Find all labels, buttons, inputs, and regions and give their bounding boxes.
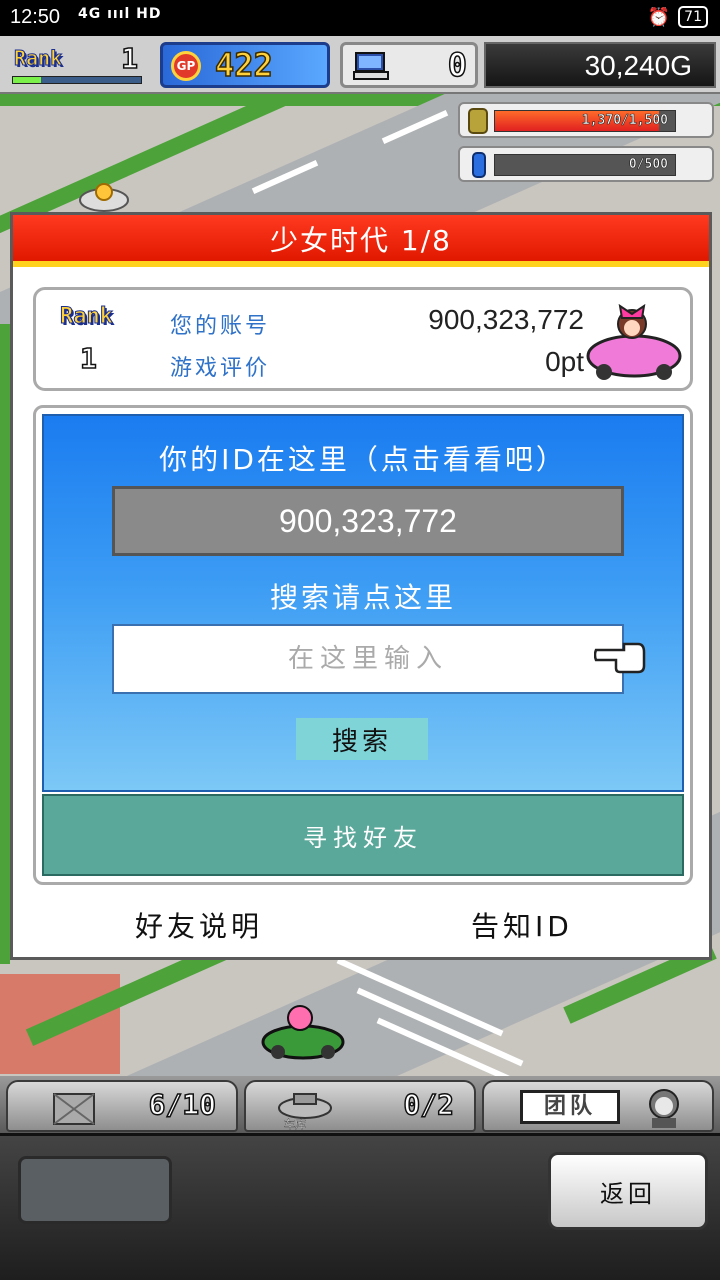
search-input[interactable] [112,624,624,694]
tab-garage[interactable]: 车库 0/2 [244,1080,476,1132]
top-hud: Rank 1 GP 422 0 30,240G [0,36,720,94]
bottle-icon [472,152,486,178]
account-card: Rank 1 您的账号 900,323,772 游戏评价 0pt [33,287,693,391]
pink-car-avatar-icon [586,303,682,380]
garage-label: 车库 [284,1118,306,1131]
id-caption: 你的ID在这里（点击看看吧） [159,443,567,476]
friend-help-link[interactable]: 好友说明 [135,905,263,945]
tab-team[interactable]: 团队 [482,1080,714,1132]
id-panel: 你的ID在这里（点击看看吧） 900,323,772 搜索请点这里 搜索 寻找好… [33,405,693,885]
character-portrait-icon [649,1089,679,1128]
rank-display[interactable]: Rank 1 [8,41,146,88]
find-friend-button[interactable]: 寻找好友 [42,794,684,876]
account-label: 您的账号 [170,314,271,339]
rank-logo: Rank [60,304,114,330]
bottom-panel: 返回 [0,1136,720,1280]
rank-value: 1 [120,41,138,76]
status-bar: 12:50 4G ıııl HD ⏰ 71 [0,0,720,36]
tab-items[interactable]: 6/10 [6,1080,238,1132]
computer-value: 0 [447,45,468,85]
id-panel-inner: 你的ID在这里（点击看看吧） 900,323,772 搜索请点这里 搜索 [42,414,684,792]
rank-logo: Rank [13,46,63,71]
back-button[interactable]: 返回 [548,1152,708,1230]
gp-value: 422 [214,45,273,85]
status-icons: ⏰ 71 [648,6,708,28]
friend-dialog: 少女时代 1/8 Rank 1 您的账号 900,323,772 游戏评价 0p… [10,212,712,960]
energy-meter: 0/500 [458,146,714,182]
garage-count: 0/2 [403,1087,455,1122]
dialog-title: 少女时代 1/8 [13,215,709,267]
pointing-hand-icon [594,642,646,674]
search-caption: 搜索请点这里 [269,581,456,614]
money-value: 30,240G [584,50,692,81]
alarm-icon: ⏰ [647,6,671,28]
tell-id-link[interactable]: 告知ID [471,905,573,945]
team-label: 团队 [520,1090,620,1124]
gp-coin-icon: GP [171,51,201,81]
fuel-meter: 1,370/1,500 [458,102,714,138]
crate-icon [53,1093,95,1125]
computer-icon [353,52,389,80]
rank-value: 1 [79,341,97,376]
rating-label: 游戏评价 [170,356,271,381]
rank-progress-bar [12,76,142,84]
clock: 12:50 [10,6,61,28]
account-value: 900,323,772 [428,304,584,335]
money-display: 30,240G [484,42,716,88]
items-count: 6/10 [148,1087,217,1122]
bottom-bar: 6/10 车库 0/2 团队 返回 [0,1076,720,1280]
rating-value: 0pt [545,346,584,377]
player-id-field[interactable]: 900,323,772 [112,486,624,556]
green-car-icon [261,1005,345,1060]
hedge-left [0,324,10,964]
empty-slot[interactable] [18,1156,172,1224]
fuel-meter-text: 1,370/1,500 [581,113,669,129]
network-indicator: 4G ıııl HD [78,6,162,22]
energy-meter-text: 0/500 [628,157,669,173]
bottom-tabs: 6/10 车库 0/2 团队 [0,1076,720,1136]
search-button[interactable]: 搜索 [296,718,428,760]
map-marker-icon [79,183,129,212]
computer-display[interactable]: 0 [340,42,478,88]
battery-indicator: 71 [678,6,708,28]
gp-display[interactable]: GP 422 [160,42,330,88]
coin-stack-icon [468,108,488,134]
